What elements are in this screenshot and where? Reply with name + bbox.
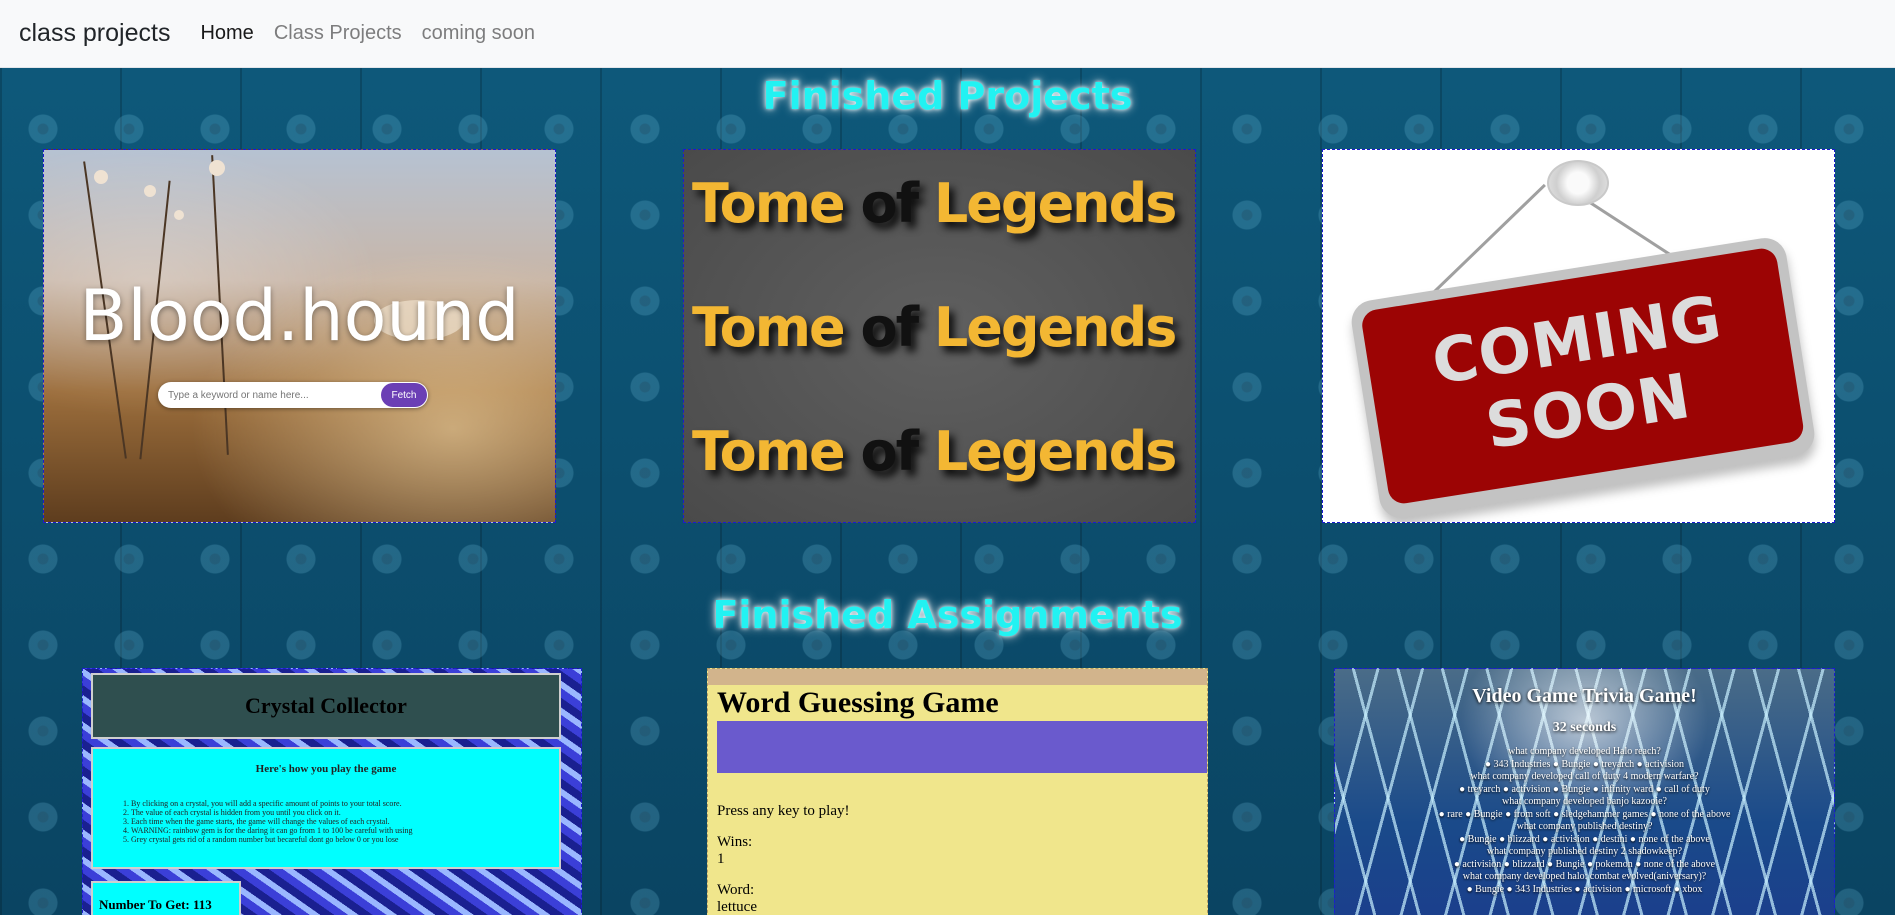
- instruction-step: By clicking on a crystal, you will add a…: [131, 799, 559, 808]
- word-purple-banner: [717, 721, 1207, 773]
- word-prompt: Press any key to play!: [717, 803, 850, 819]
- trivia-question: what company published destiny?: [1516, 821, 1653, 832]
- crystal-instructions: Here's how you play the game By clicking…: [91, 747, 561, 869]
- coming-soon-sign-face: COMING SOON: [1359, 246, 1806, 506]
- tome-word: Tome: [692, 172, 846, 235]
- tome-logo-line: Tome of Legends: [692, 296, 1178, 359]
- instruction-step: Grey crystal gets rid of a random number…: [131, 835, 559, 844]
- word-game-title: Word Guessing Game: [717, 686, 999, 719]
- trivia-answers[interactable]: ● rare ● Bungie ● from soft ● sledgehamm…: [1335, 809, 1834, 822]
- word-label: Word:: [717, 882, 755, 898]
- word-guessing-card[interactable]: Word Guessing Game Press any key to play…: [707, 668, 1208, 915]
- trivia-question: what company developed call of duty 4 mo…: [1470, 771, 1699, 782]
- tome-of-legends-project-card[interactable]: Tome of Legends Tome of Legends Tome of …: [683, 149, 1196, 523]
- number-to-get: Number To Get: 113: [91, 881, 241, 915]
- tome-logo-line: Tome of Legends: [692, 172, 1178, 235]
- trivia-question: what company developed halo: combat evol…: [1462, 871, 1707, 882]
- flower: [209, 160, 225, 176]
- nav-link-class-projects[interactable]: Class Projects: [274, 22, 402, 45]
- instructions-list: By clicking on a crystal, you will add a…: [131, 799, 559, 844]
- wins-value: 1: [717, 851, 725, 867]
- coming-soon-sign: COMING SOON: [1348, 234, 1818, 522]
- tome-word: Tome: [692, 296, 846, 359]
- crystal-collector-card[interactable]: Crystal Collector Here's how you play th…: [82, 668, 582, 915]
- bloodhound-fetch-button[interactable]: Fetch: [381, 383, 427, 407]
- trivia-question: what company developed Halo reach?: [1508, 746, 1661, 757]
- trivia-answers[interactable]: ● Bungie ● blizzard ● activision ● desti…: [1335, 834, 1834, 847]
- finished-projects-heading: Finished Projects: [762, 74, 1133, 118]
- trivia-title: Video Game Trivia Game!: [1472, 685, 1697, 707]
- navbar-brand[interactable]: class projects: [19, 19, 170, 48]
- bloodhound-title: Blood.hound: [79, 275, 520, 357]
- finished-assignments-heading: Finished Assignments: [712, 593, 1183, 637]
- flower: [144, 185, 156, 197]
- tome-word: Tome: [692, 420, 846, 483]
- trivia-question: what company published destiny 2 shadowk…: [1486, 846, 1683, 857]
- word-top-bar: [708, 669, 1207, 685]
- trivia-answers[interactable]: ● Bungie ● 343 Industries ● activision ●…: [1335, 884, 1834, 897]
- legends-word: Legends: [933, 172, 1178, 235]
- instruction-step: WARNING: rainbow gem is for the daring i…: [131, 826, 559, 835]
- trivia-timer: 32 seconds: [1552, 720, 1617, 735]
- legends-word: Legends: [933, 296, 1178, 359]
- of-word: of: [860, 296, 919, 359]
- tome-logo-line: Tome of Legends: [692, 420, 1178, 483]
- instructions-heading: Here's how you play the game: [255, 763, 397, 775]
- nav-link-home[interactable]: Home: [200, 22, 253, 45]
- word-value: lettuce: [717, 899, 757, 915]
- bloodhound-search-bar: Fetch: [158, 382, 428, 408]
- of-word: of: [860, 172, 919, 235]
- coming-soon-card[interactable]: COMING SOON: [1322, 149, 1835, 523]
- instruction-step: Each time when the game starts, the game…: [131, 817, 559, 826]
- bloodhound-project-card[interactable]: Blood.hound Fetch: [43, 149, 556, 523]
- wins-label: Wins:: [717, 834, 753, 850]
- legends-word: Legends: [933, 420, 1178, 483]
- flower: [174, 210, 184, 220]
- bloodhound-search-input[interactable]: [158, 389, 381, 401]
- trivia-answers[interactable]: ● 343 Industries ● Bungie ● treyarch ● a…: [1335, 759, 1834, 772]
- instruction-step: The value of each crystal is hidden from…: [131, 808, 559, 817]
- navbar: class projects Home Class Projects comin…: [0, 0, 1895, 68]
- trivia-answers[interactable]: ● treyarch ● activision ● Bungie ● infin…: [1335, 784, 1834, 797]
- trivia-answers[interactable]: ● activision ● blizzard ● Bungie ● pokem…: [1335, 859, 1834, 872]
- nav-link-coming-soon[interactable]: coming soon: [422, 22, 535, 45]
- flower: [94, 170, 108, 184]
- trivia-question: what company developed banjo kazooie?: [1502, 796, 1667, 807]
- trivia-questions: what company developed Halo reach? ● 343…: [1335, 746, 1834, 896]
- pin-icon: [1547, 160, 1609, 206]
- trivia-game-card[interactable]: Video Game Trivia Game! 32 seconds what …: [1334, 668, 1835, 915]
- crystal-collector-title: Crystal Collector: [91, 673, 561, 739]
- of-word: of: [860, 420, 919, 483]
